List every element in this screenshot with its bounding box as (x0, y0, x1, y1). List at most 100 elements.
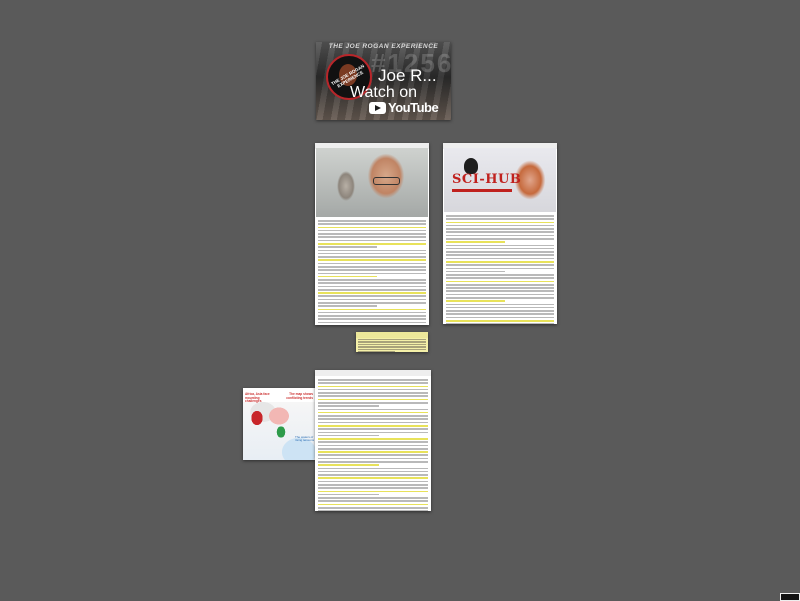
youtube-logo-button[interactable]: YouTube (369, 100, 439, 115)
text-line (318, 434, 379, 437)
text-line (318, 236, 426, 238)
text-line (318, 379, 428, 381)
map-caption-right: The map shows conflicting trends (286, 392, 313, 400)
text-line (318, 411, 428, 414)
sci-hub-logo: SCI-HUB (452, 172, 522, 187)
text-line (318, 223, 426, 225)
text-line (318, 415, 428, 417)
text-line (446, 297, 554, 299)
article-body-text (443, 213, 557, 324)
text-line (318, 385, 428, 388)
text-line (318, 256, 426, 258)
youtube-video-embed[interactable]: THE JOE ROGAN EXPERIENCE #1256 THE JOE R… (316, 42, 451, 120)
text-line (318, 282, 426, 284)
text-line (446, 228, 554, 230)
text-line (318, 457, 428, 460)
text-line (318, 444, 428, 447)
text-line (318, 382, 428, 384)
map-image-card[interactable]: Africa, Asia face mounting challenges Th… (243, 388, 315, 460)
text-line (318, 405, 379, 407)
text-line (318, 424, 428, 427)
text-line (318, 454, 428, 457)
text-line (446, 316, 554, 319)
text-line (318, 288, 426, 291)
text-line (446, 251, 554, 253)
text-line (318, 298, 426, 301)
text-line (446, 237, 554, 240)
text-line (318, 305, 378, 307)
article-card-3[interactable] (315, 370, 431, 511)
note-line (358, 351, 396, 352)
text-line (446, 221, 554, 224)
text-line (318, 484, 428, 486)
note-line (358, 343, 426, 346)
article-card-1[interactable] (315, 143, 429, 325)
glasses-shape (373, 177, 400, 185)
text-line (318, 315, 426, 317)
text-line (318, 302, 426, 304)
asia-map-graphic (243, 402, 315, 460)
note-line (358, 341, 426, 343)
text-line (318, 428, 428, 430)
text-line (318, 503, 428, 506)
text-line (318, 477, 428, 480)
text-line (318, 220, 426, 222)
text-line (446, 244, 554, 247)
text-line (446, 270, 506, 273)
video-title[interactable]: Joe R... (378, 66, 437, 86)
text-line (446, 264, 554, 266)
text-line (318, 272, 426, 275)
text-line (446, 313, 554, 316)
text-line (446, 224, 554, 227)
note-line (358, 348, 426, 351)
text-line (318, 408, 428, 411)
text-line (318, 398, 428, 401)
article-photo-man (316, 148, 428, 217)
text-line (446, 293, 554, 296)
text-line (318, 285, 426, 288)
text-line (318, 392, 428, 394)
article-body-text (315, 218, 429, 325)
text-line (318, 490, 428, 493)
text-line (318, 510, 428, 511)
text-line (318, 493, 379, 496)
text-line (446, 274, 554, 276)
youtube-play-icon (369, 101, 386, 114)
text-line (318, 441, 428, 443)
note-line (358, 346, 426, 348)
text-line (318, 269, 426, 271)
text-line (318, 464, 379, 466)
text-line (318, 295, 426, 298)
text-line (318, 279, 426, 281)
sticky-note[interactable] (356, 332, 428, 352)
text-line (318, 262, 426, 265)
sci-hub-underline (452, 189, 512, 192)
text-line (446, 290, 554, 293)
text-line (446, 241, 506, 243)
text-line (318, 265, 426, 268)
text-line (446, 247, 554, 250)
text-line (446, 323, 554, 324)
text-line (318, 292, 426, 294)
text-line (318, 252, 426, 255)
text-line (318, 467, 428, 470)
text-line (318, 401, 428, 404)
text-line (446, 260, 554, 263)
text-line (318, 239, 426, 242)
text-line (446, 300, 506, 302)
text-line (446, 287, 554, 289)
text-line (446, 254, 554, 256)
text-line (318, 497, 428, 499)
text-line (446, 215, 554, 217)
text-line (446, 283, 554, 286)
text-line (318, 308, 426, 311)
text-line (318, 321, 426, 324)
text-line (318, 388, 428, 391)
text-line (446, 277, 554, 279)
article-card-2[interactable]: SCI-HUB (443, 143, 557, 324)
text-line (318, 418, 428, 420)
text-line (318, 487, 428, 489)
text-line (446, 280, 554, 283)
text-line (446, 310, 554, 312)
text-line (446, 306, 554, 309)
